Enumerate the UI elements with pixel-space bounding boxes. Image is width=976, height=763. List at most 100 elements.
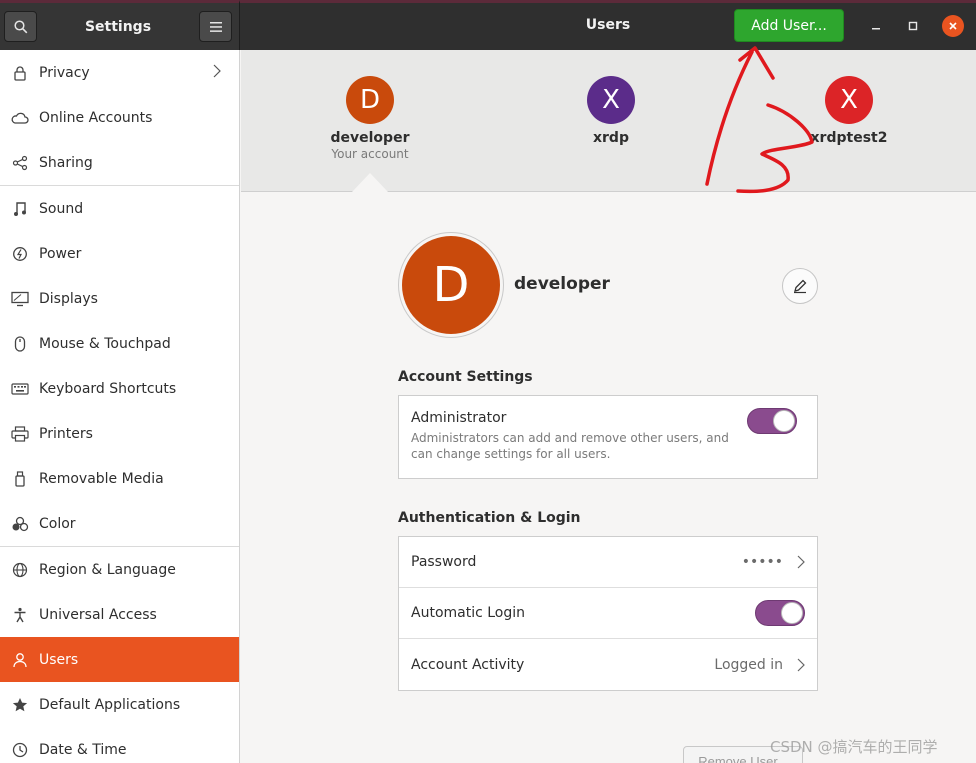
sidebar-item-label: Users (39, 651, 79, 668)
close-button[interactable] (942, 15, 964, 37)
administrator-row: Administrator Administrators can add and… (399, 396, 817, 478)
sidebar-item-removable-media[interactable]: Removable Media (0, 456, 239, 501)
avatar: X (825, 76, 873, 124)
avatar-initial: D (402, 236, 500, 334)
password-label: Password (411, 554, 477, 570)
sidebar-item-label: Region & Language (39, 561, 176, 578)
user-card-xrdp[interactable]: X xrdp (531, 76, 691, 146)
sidebar-item-universal-access[interactable]: Universal Access (0, 592, 239, 637)
password-row[interactable]: Password ••••• (399, 537, 817, 588)
automatic-login-toggle[interactable] (755, 600, 805, 626)
maximize-button[interactable] (902, 15, 924, 37)
menu-button[interactable] (199, 11, 232, 42)
user-name: xrdptest2 (810, 130, 888, 146)
selected-user-name: developer (514, 274, 610, 294)
sidebar-item-label: Power (39, 245, 82, 262)
globe-icon (11, 561, 29, 579)
edit-name-button[interactable] (782, 268, 818, 304)
user-avatar-large[interactable]: D (398, 232, 504, 338)
user-card-developer[interactable]: D developer Your account (290, 76, 450, 161)
account-activity-value: Logged in (714, 656, 783, 673)
sidebar-item-label: Privacy (39, 64, 90, 81)
sidebar-item-label: Printers (39, 425, 93, 442)
pencil-icon (794, 279, 807, 294)
sidebar-item-printers[interactable]: Printers (0, 411, 239, 456)
sidebar: Privacy Online Accounts Sharing Sound Po… (0, 50, 240, 763)
automatic-login-label: Automatic Login (411, 605, 526, 621)
display-icon (11, 290, 29, 308)
sidebar-item-users[interactable]: Users (0, 637, 239, 682)
account-settings-heading: Account Settings (398, 369, 533, 385)
usb-icon (11, 470, 29, 488)
share-icon (11, 154, 29, 172)
sidebar-item-default-applications[interactable]: Default Applications (0, 682, 239, 727)
sidebar-item-label: Displays (39, 290, 98, 307)
printer-icon (11, 425, 29, 443)
chevron-right-icon (797, 555, 805, 569)
user-name: xrdp (593, 130, 629, 146)
chevron-right-icon (797, 658, 805, 672)
watermark: CSDN @搞汽车的王同学 (770, 738, 938, 756)
sidebar-item-label: Removable Media (39, 470, 164, 487)
sidebar-item-label: Keyboard Shortcuts (39, 380, 177, 397)
sidebar-item-label: Mouse & Touchpad (39, 335, 171, 352)
search-icon (13, 19, 27, 33)
account-activity-row[interactable]: Account Activity Logged in (399, 639, 817, 690)
toggle-knob (773, 410, 795, 432)
lock-icon (11, 64, 29, 82)
settings-title: Settings (84, 18, 152, 35)
password-value: ••••• (741, 554, 783, 570)
chevron-right-icon (213, 64, 221, 82)
sidebar-item-online-accounts[interactable]: Online Accounts (0, 95, 239, 140)
add-user-button[interactable]: Add User... (734, 9, 844, 42)
hamburger-icon (209, 21, 222, 32)
close-icon (949, 22, 957, 30)
sidebar-item-sharing[interactable]: Sharing (0, 140, 239, 185)
header-bar: Settings Users Add User... (0, 0, 976, 50)
sidebar-item-power[interactable]: Power (0, 231, 239, 276)
administrator-label: Administrator (411, 410, 507, 426)
power-icon (11, 245, 29, 263)
toggle-knob (781, 602, 803, 624)
star-icon (11, 696, 29, 714)
sidebar-item-region-language[interactable]: Region & Language (0, 547, 239, 592)
user-name: developer (330, 130, 410, 146)
keyboard-icon (11, 380, 29, 398)
sidebar-item-privacy[interactable]: Privacy (0, 50, 239, 95)
color-icon (11, 515, 29, 533)
accessibility-icon (11, 606, 29, 624)
clock-icon (11, 741, 29, 759)
minimize-button[interactable] (865, 15, 887, 37)
user-details-panel: D developer Account Settings Administrat… (241, 192, 976, 763)
sidebar-item-label: Sound (39, 200, 84, 217)
sidebar-item-displays[interactable]: Displays (0, 276, 239, 321)
sidebar-item-color[interactable]: Color (0, 501, 239, 546)
sidebar-item-mouse-touchpad[interactable]: Mouse & Touchpad (0, 321, 239, 366)
sidebar-item-date-time[interactable]: Date & Time (0, 727, 239, 763)
sidebar-item-keyboard-shortcuts[interactable]: Keyboard Shortcuts (0, 366, 239, 411)
user-card-xrdptest2[interactable]: X xrdptest2 (769, 76, 929, 146)
user-subtitle: Your account (331, 147, 409, 161)
mouse-icon (11, 335, 29, 353)
music-note-icon (11, 200, 29, 218)
sidebar-item-sound[interactable]: Sound (0, 186, 239, 231)
administrator-toggle[interactable] (747, 408, 797, 434)
account-settings-box: Administrator Administrators can add and… (398, 395, 818, 479)
automatic-login-row: Automatic Login (399, 588, 817, 639)
avatar: D (346, 76, 394, 124)
content-header: Users Add User... (240, 0, 976, 50)
sidebar-item-label: Sharing (39, 154, 93, 171)
sidebar-item-label: Color (39, 515, 76, 532)
account-activity-label: Account Activity (411, 656, 525, 673)
authentication-heading: Authentication & Login (398, 510, 581, 526)
sidebar-item-label: Date & Time (39, 741, 127, 758)
sidebar-item-label: Online Accounts (39, 109, 153, 126)
avatar: X (587, 76, 635, 124)
minimize-icon (872, 28, 880, 30)
authentication-box: Password ••••• Automatic Login Account A… (398, 536, 818, 691)
sidebar-item-label: Universal Access (39, 606, 157, 623)
user-selector-strip: D developer Your account X xrdp X xrdpte… (241, 50, 976, 192)
sidebar-item-label: Default Applications (39, 696, 181, 713)
search-button[interactable] (4, 11, 37, 42)
selection-pointer (352, 173, 388, 192)
